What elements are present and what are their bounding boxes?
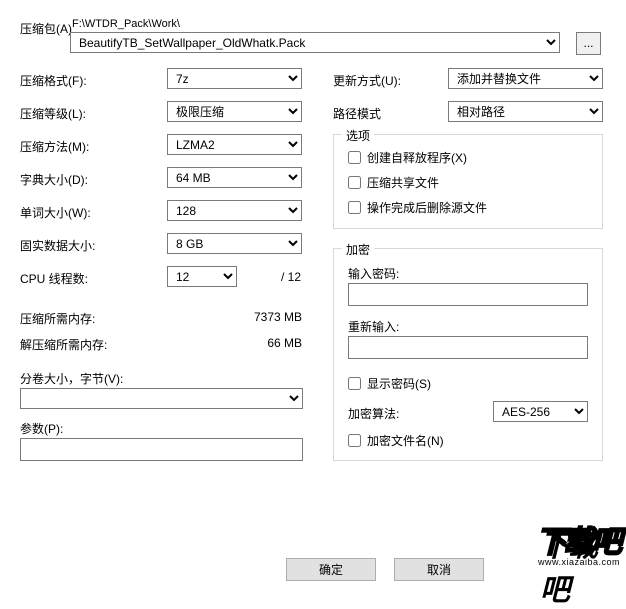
solid-label: 固实数据大小: [20, 237, 95, 254]
dict-select[interactable]: 64 MB [167, 167, 302, 188]
format-label: 压缩格式(F): [20, 72, 87, 89]
cancel-button[interactable]: 取消 [394, 558, 484, 581]
volume-select[interactable] [20, 388, 303, 409]
update-label: 更新方式(U): [333, 72, 401, 89]
watermark: 下载吧 下载吧 www.xiazaiba.com [536, 517, 620, 567]
dict-label: 字典大小(D): [20, 171, 88, 188]
path-mode-label: 路径模式 [333, 105, 381, 122]
path-mode-select[interactable]: 相对路径 [448, 101, 603, 122]
level-label: 压缩等级(L): [20, 105, 86, 122]
mem-compress-label: 压缩所需内存: [20, 310, 95, 327]
archive-label: 压缩包(A) [20, 20, 72, 37]
threads-select[interactable]: 12 [167, 266, 237, 287]
sfx-checkbox-label: 创建自释放程序(X) [367, 149, 467, 166]
threads-label: CPU 线程数: [20, 270, 88, 287]
delete-after-checkbox[interactable]: 操作完成后删除源文件 [348, 199, 487, 216]
archive-path-text: F:\WTDR_Pack\Work\ [72, 18, 180, 30]
mem-compress-value: 7373 MB [230, 310, 302, 324]
enc-method-label: 加密算法: [348, 405, 399, 422]
format-select[interactable]: 7z [167, 68, 302, 89]
enc-method-select[interactable]: AES-256 [493, 401, 588, 422]
ok-button[interactable]: 确定 [286, 558, 376, 581]
repassword-input[interactable] [348, 336, 588, 359]
password-input[interactable] [348, 283, 588, 306]
options-title: 选项 [342, 127, 374, 144]
shared-checkbox-label: 压缩共享文件 [367, 174, 439, 191]
encrypt-names-checkbox-label: 加密文件名(N) [367, 432, 444, 449]
level-select[interactable]: 极限压缩 [167, 101, 302, 122]
shared-checkbox[interactable]: 压缩共享文件 [348, 174, 439, 191]
solid-select[interactable]: 8 GB [167, 233, 302, 254]
sfx-checkbox[interactable]: 创建自释放程序(X) [348, 149, 467, 166]
encrypt-names-checkbox[interactable]: 加密文件名(N) [348, 432, 444, 449]
threads-max: / 12 [275, 270, 301, 284]
mem-decompress-label: 解压缩所需内存: [20, 336, 107, 353]
params-input[interactable] [20, 438, 303, 461]
archive-filename-select[interactable]: BeautifyTB_SetWallpaper_OldWhatk.Pack [70, 32, 560, 53]
password-label: 输入密码: [348, 265, 399, 282]
params-label: 参数(P): [20, 420, 63, 437]
word-label: 单词大小(W): [20, 204, 91, 221]
update-select[interactable]: 添加并替换文件 [448, 68, 603, 89]
method-label: 压缩方法(M): [20, 138, 89, 155]
word-select[interactable]: 128 [167, 200, 302, 221]
mem-decompress-value: 66 MB [230, 336, 302, 350]
show-password-checkbox-label: 显示密码(S) [367, 375, 431, 392]
encrypt-title: 加密 [342, 241, 374, 258]
delete-after-checkbox-label: 操作完成后删除源文件 [367, 199, 487, 216]
method-select[interactable]: LZMA2 [167, 134, 302, 155]
volume-label: 分卷大小，字节(V): [20, 370, 123, 387]
show-password-checkbox[interactable]: 显示密码(S) [348, 375, 431, 392]
repassword-label: 重新输入: [348, 318, 399, 335]
browse-button[interactable]: ... [576, 32, 601, 55]
